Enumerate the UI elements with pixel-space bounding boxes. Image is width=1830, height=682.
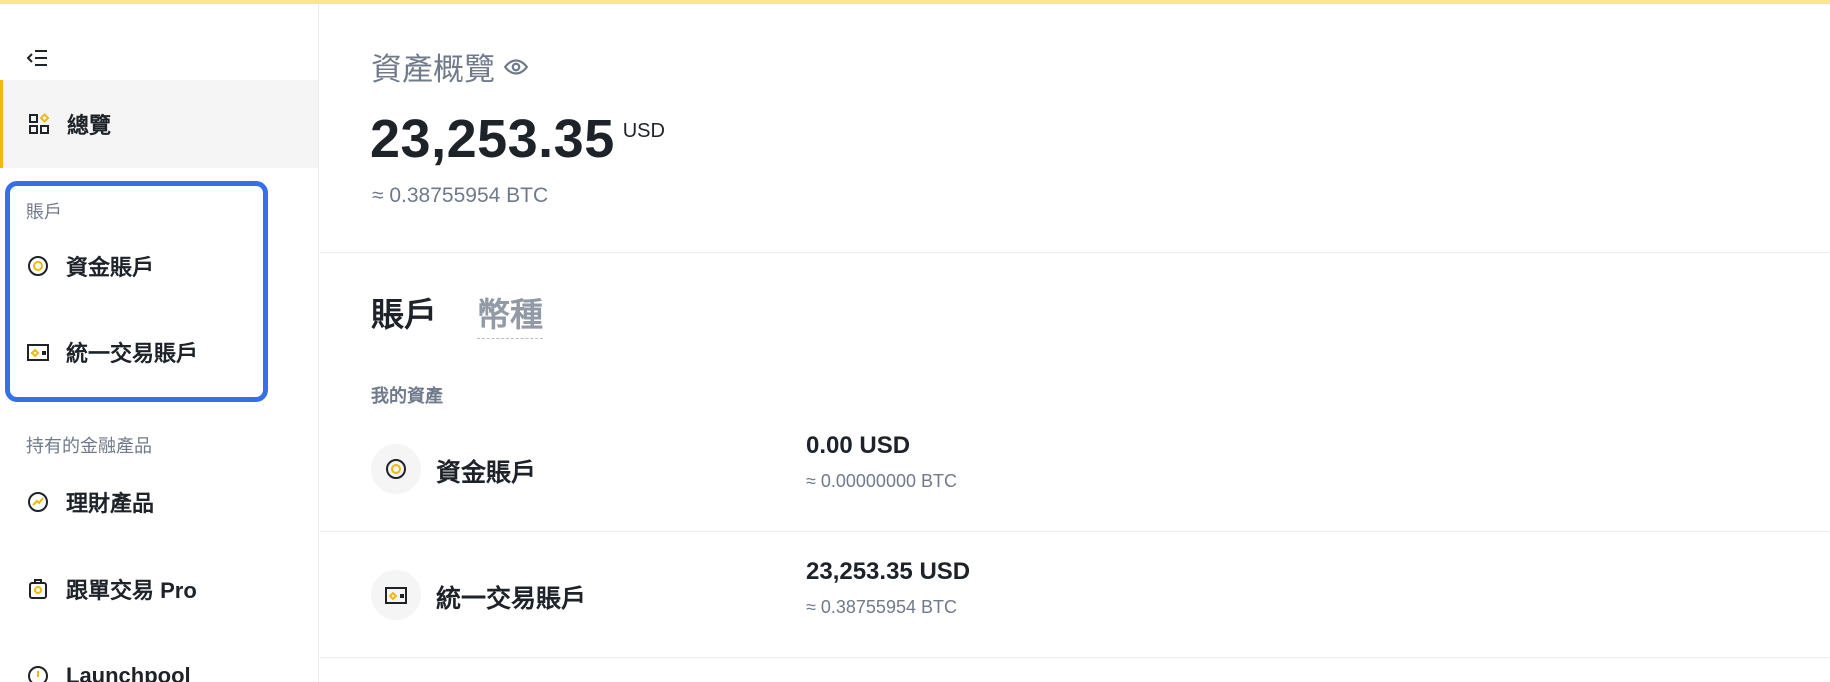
asset-btc-value: ≈ 0.38755954 BTC: [806, 597, 957, 617]
launchpool-icon: [26, 664, 50, 682]
sidebar-item-unified-trading-account[interactable]: 統一交易賬戶: [0, 322, 318, 382]
asset-name: 資金賬戶: [436, 459, 537, 487]
funding-coin-icon: [26, 254, 50, 278]
my-assets-label: 我的資產: [371, 386, 443, 406]
divider: [320, 252, 1830, 253]
asset-name: 統一交易賬戶: [436, 585, 587, 613]
total-balance-value: 23,253.35: [370, 109, 615, 169]
tab-accounts[interactable]: 賬戶: [371, 288, 437, 339]
asset-btc-value: ≈ 0.00000000 BTC: [806, 471, 957, 491]
sidebar: 總覽 賬戶 資金賬戶 統一交易賬戶 持有的金融產品 理財產品 跟單交易 Pro …: [0, 4, 319, 682]
sidebar-item-overview[interactable]: 總覽: [0, 80, 318, 168]
funding-coin-icon: [371, 444, 421, 494]
earn-icon: [26, 490, 50, 514]
sidebar-item-label: 總覽: [67, 113, 112, 138]
tab-coins[interactable]: 幣種: [477, 288, 543, 339]
wallet-icon: [371, 570, 421, 620]
copy-trading-icon: [26, 577, 50, 601]
products-section-label: 持有的金融產品: [26, 436, 152, 456]
sidebar-item-label: 理財產品: [66, 491, 155, 516]
total-balance: 23,253.35 USD: [370, 108, 665, 170]
wallet-icon: [26, 340, 50, 364]
collapse-menu-icon[interactable]: [26, 46, 50, 70]
sidebar-item-copy-trading[interactable]: 跟單交易 Pro: [0, 559, 318, 619]
sidebar-item-earn[interactable]: 理財產品: [0, 472, 318, 532]
sidebar-item-label: Launchpool: [66, 663, 191, 682]
sidebar-item-label: 資金賬戶: [66, 255, 155, 280]
accounts-section-label: 賬戶: [26, 202, 62, 222]
eye-icon[interactable]: [503, 54, 529, 80]
divider: [320, 657, 1830, 658]
asset-row-unified-trading-account[interactable]: 統一交易賬戶 23,253.35 USD ≈ 0.38755954 BTC: [320, 532, 1830, 658]
sidebar-item-label: 統一交易賬戶: [66, 341, 199, 366]
sidebar-item-funding-account[interactable]: 資金賬戶: [0, 236, 318, 296]
page-title: 資產概覽: [371, 44, 529, 89]
total-balance-unit: USD: [622, 120, 665, 142]
asset-amount: 0.00 USD: [806, 432, 911, 459]
total-balance-btc: ≈ 0.38755954 BTC: [372, 184, 549, 207]
asset-amount: 23,253.35 USD: [806, 558, 971, 585]
sidebar-item-label: 跟單交易 Pro: [66, 578, 197, 603]
tab-bar: 賬戶 幣種: [371, 288, 543, 339]
dashboard-grid-icon: [27, 112, 51, 136]
main-content: 資產概覽 23,253.35 USD ≈ 0.38755954 BTC 賬戶 幣…: [320, 4, 1830, 682]
asset-row-funding-account[interactable]: 資金賬戶 0.00 USD ≈ 0.00000000 BTC: [320, 406, 1830, 532]
sidebar-item-launchpool[interactable]: Launchpool: [0, 646, 318, 682]
page-title-text: 資產概覽: [371, 52, 495, 87]
